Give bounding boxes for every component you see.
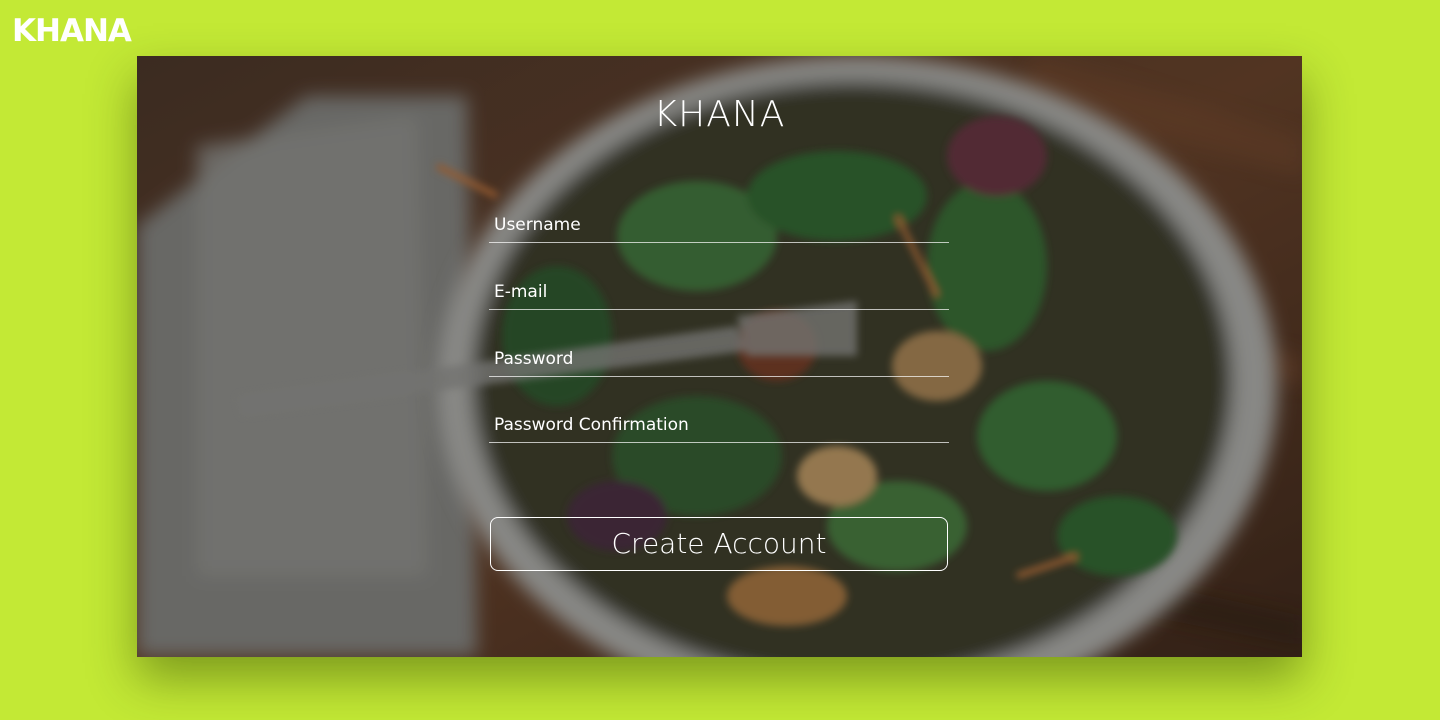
- password-confirmation-input[interactable]: [489, 402, 949, 442]
- khana-logo: KHANA: [12, 13, 133, 46]
- username-field: [489, 202, 949, 243]
- password-confirmation-field: [489, 402, 949, 443]
- create-account-button[interactable]: Create Account: [490, 517, 948, 571]
- form-title: KHANA: [653, 94, 786, 135]
- email-field: [489, 269, 949, 310]
- logo-text: KHANA: [12, 13, 132, 46]
- password-field: [489, 336, 949, 377]
- email-input[interactable]: [489, 269, 949, 309]
- signup-card: KHANA Create Account: [137, 56, 1302, 657]
- password-input[interactable]: [489, 336, 949, 376]
- username-input[interactable]: [489, 202, 949, 242]
